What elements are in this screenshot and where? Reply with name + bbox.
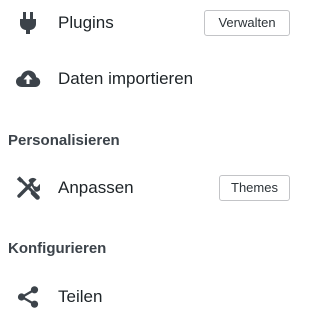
menu-item-customize-label: Anpassen bbox=[58, 178, 134, 197]
cloud-upload-icon bbox=[14, 65, 42, 93]
menu-item-share[interactable]: Teilen bbox=[0, 277, 300, 317]
menu-item-import[interactable]: Daten importieren bbox=[0, 59, 300, 99]
menu-item-customize[interactable]: Anpassen Themes bbox=[0, 168, 300, 208]
menu-item-plugins[interactable]: Plugins Verwalten bbox=[0, 3, 300, 43]
themes-button[interactable]: Themes bbox=[219, 175, 290, 201]
section-heading-configure: Konfigurieren bbox=[8, 240, 107, 257]
menu-item-import-label: Daten importieren bbox=[58, 69, 194, 88]
manage-plugins-button[interactable]: Verwalten bbox=[204, 10, 290, 36]
plug-icon bbox=[14, 9, 42, 37]
share-icon bbox=[14, 283, 42, 311]
section-heading-personalize: Personalisieren bbox=[8, 132, 120, 149]
menu-item-plugins-label: Plugins bbox=[58, 13, 114, 32]
menu-item-share-label: Teilen bbox=[58, 287, 103, 306]
tools-icon bbox=[14, 174, 42, 202]
